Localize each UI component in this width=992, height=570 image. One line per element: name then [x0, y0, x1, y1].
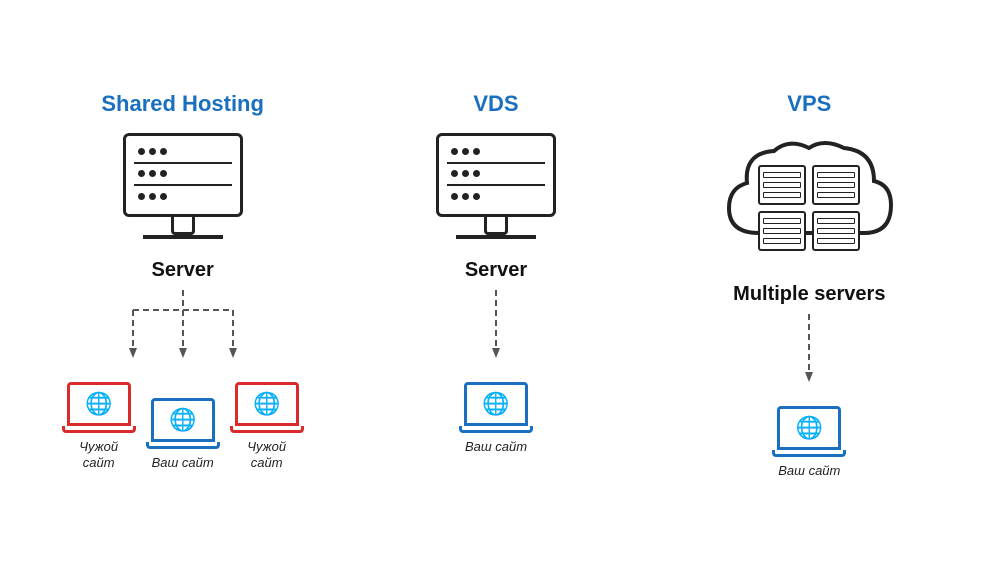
laptop-screen: 🌐 [67, 382, 131, 426]
vps-laptops: 🌐 Ваш сайт [772, 406, 846, 480]
mini-server-3 [758, 211, 806, 251]
server-base [143, 235, 223, 239]
server-connector [171, 217, 195, 235]
server-base [456, 235, 536, 239]
laptop-yours: 🌐 Ваш сайт [146, 398, 220, 472]
laptop-yours-vds: 🌐 Ваш сайт [459, 382, 533, 456]
vds-column: VDS Server 🌐 [346, 91, 646, 456]
vps-arrows [659, 314, 959, 394]
shared-hosting-arrows [33, 290, 333, 370]
vps-column: VPS Multiple serve [659, 91, 959, 480]
mini-server-1 [758, 165, 806, 205]
laptop-base [459, 426, 533, 433]
diagram: Shared Hosting Server [16, 71, 976, 500]
single-arrow-svg [396, 290, 596, 370]
shared-hosting-server [123, 133, 243, 239]
shared-hosting-title: Shared Hosting [101, 91, 264, 117]
laptop-foreign-1: 🌐 Чужой сайт [62, 382, 136, 473]
laptop: 🌐 [62, 382, 136, 433]
globe-icon: 🌐 [169, 407, 196, 433]
globe-icon: 🌐 [482, 391, 509, 417]
laptop-caption: Ваш сайт [778, 463, 840, 480]
laptop-caption: Ваш сайт [152, 455, 214, 472]
shared-hosting-laptops: 🌐 Чужой сайт 🌐 Ваш сайт [62, 382, 304, 473]
globe-icon: 🌐 [85, 391, 112, 417]
laptop-screen: 🌐 [777, 406, 841, 450]
laptop-base [62, 426, 136, 433]
server-rack [436, 133, 556, 217]
vds-laptops: 🌐 Ваш сайт [459, 382, 533, 456]
laptop-base [230, 426, 304, 433]
branched-arrow-svg [83, 290, 283, 370]
mini-server-4 [812, 211, 860, 251]
shared-hosting-column: Shared Hosting Server [33, 91, 333, 473]
laptop: 🌐 [772, 406, 846, 457]
laptop: 🌐 [146, 398, 220, 449]
globe-icon: 🌐 [796, 415, 823, 441]
laptop-base [146, 442, 220, 449]
laptop-foreign-2: 🌐 Чужой сайт [230, 382, 304, 473]
server-rack [123, 133, 243, 217]
vds-title: VDS [473, 91, 518, 117]
laptop: 🌐 [459, 382, 533, 433]
laptop-base [772, 450, 846, 457]
laptop-screen: 🌐 [464, 382, 528, 426]
vps-cloud [709, 133, 909, 263]
shared-hosting-server-label: Server [152, 259, 214, 282]
cloud-servers [758, 165, 860, 251]
laptop-yours-vps: 🌐 Ваш сайт [772, 406, 846, 480]
laptop-caption: Ваш сайт [465, 439, 527, 456]
vds-arrows [346, 290, 646, 370]
vds-server [436, 133, 556, 239]
vps-server-label: Multiple servers [733, 283, 885, 306]
laptop-screen: 🌐 [151, 398, 215, 442]
mini-server-2 [812, 165, 860, 205]
laptop-caption: Чужой сайт [232, 439, 302, 473]
vds-server-label: Server [465, 259, 527, 282]
laptop: 🌐 [230, 382, 304, 433]
vps-title: VPS [787, 91, 831, 117]
laptop-caption: Чужой сайт [64, 439, 134, 473]
laptop-screen: 🌐 [235, 382, 299, 426]
server-connector [484, 217, 508, 235]
globe-icon: 🌐 [253, 391, 280, 417]
single-arrow-svg-vps [709, 314, 909, 394]
